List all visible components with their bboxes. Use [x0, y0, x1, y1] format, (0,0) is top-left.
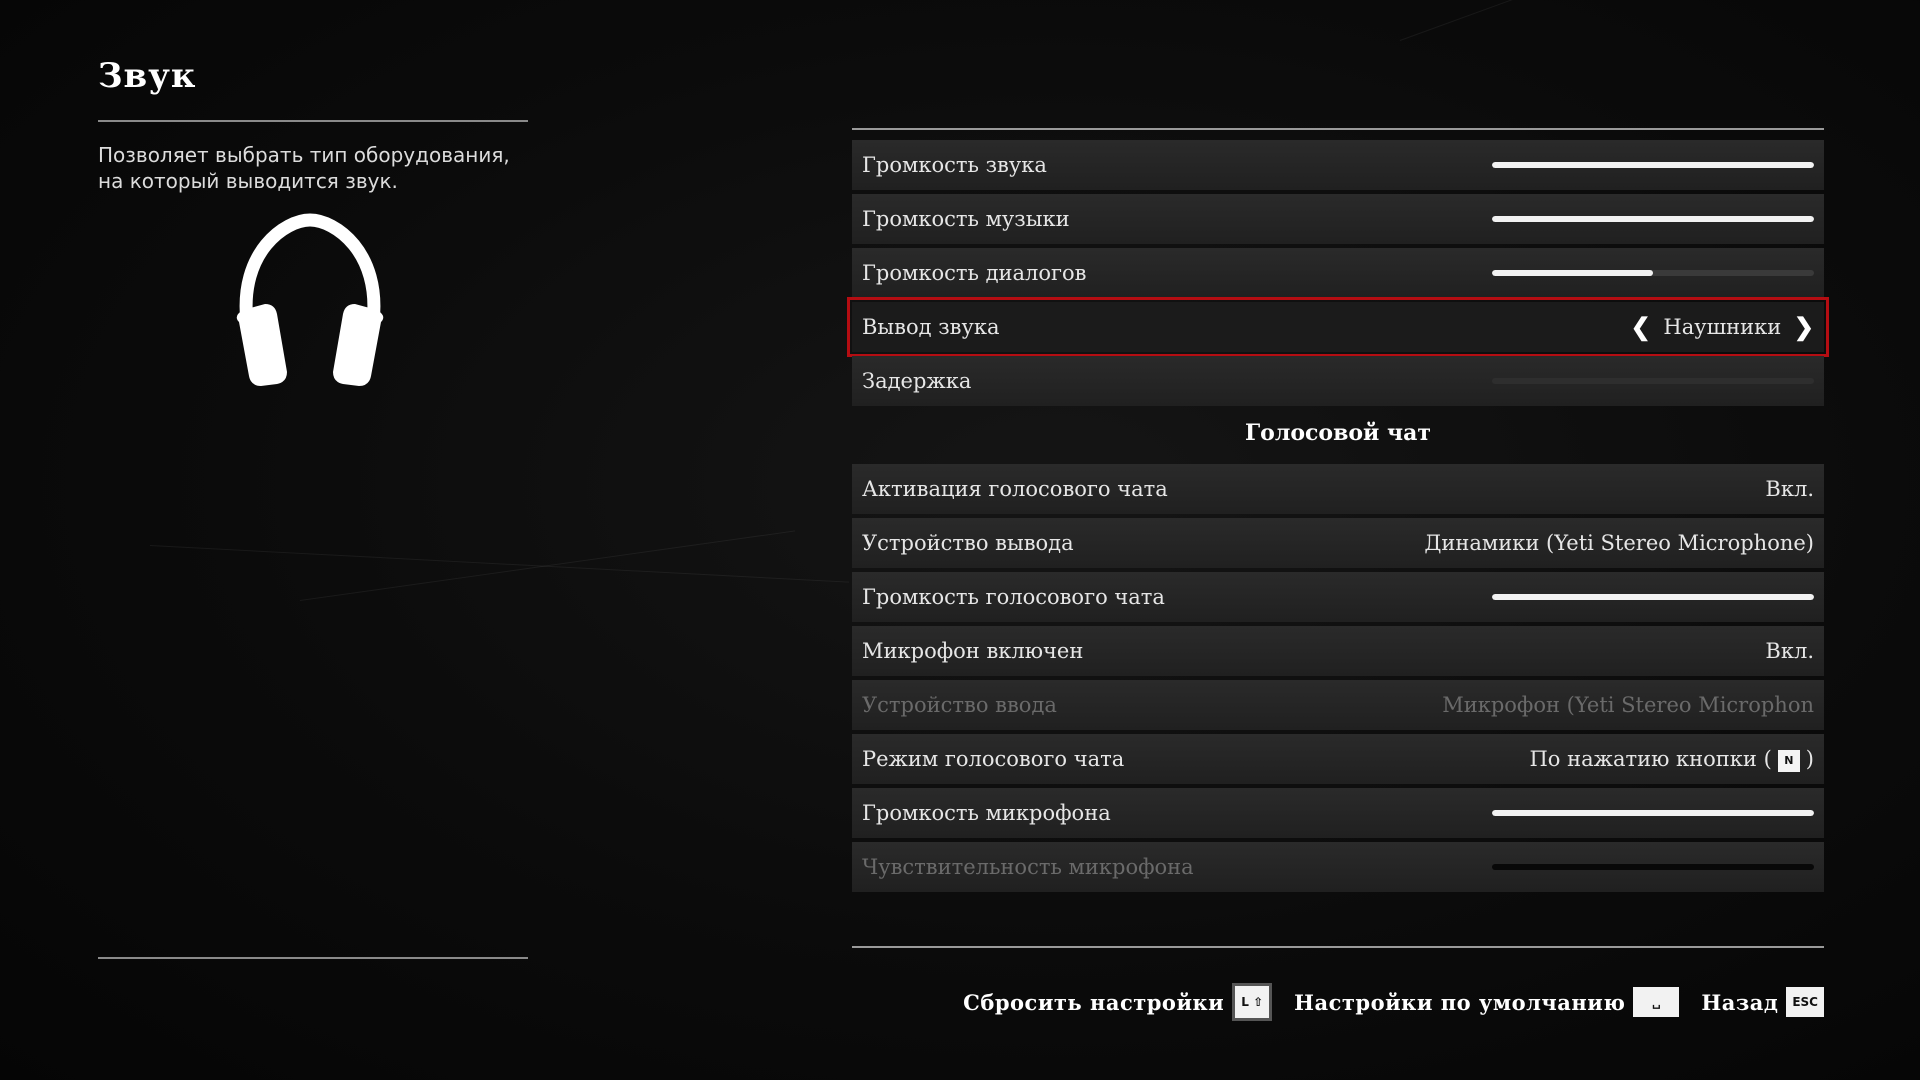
setting-description: Позволяет выбрать тип оборудования, на к…: [98, 143, 510, 193]
list-top-divider: [852, 128, 1824, 130]
list-bottom-divider: [852, 946, 1824, 948]
footer-actions: Сбросить настройки L ⇧ Настройки по умол…: [941, 983, 1824, 1021]
defaults-label: Настройки по умолчанию: [1294, 989, 1626, 1015]
setting-label: Устройство ввода: [862, 693, 1057, 717]
setting-row-dialog-volume[interactable]: Громкость диалогов: [852, 248, 1824, 298]
setting-label: Громкость музыки: [862, 207, 1070, 231]
master-volume-slider[interactable]: [1492, 162, 1814, 168]
setting-row-voice-chat-volume[interactable]: Громкость голосового чата: [852, 572, 1824, 622]
reset-settings-button[interactable]: Сбросить настройки L ⇧: [963, 983, 1273, 1021]
setting-label: Громкость звука: [862, 153, 1047, 177]
mic-volume-slider[interactable]: [1492, 810, 1814, 816]
voice-chat-volume-slider[interactable]: [1492, 594, 1814, 600]
setting-row-input-device: Устройство ввода Микрофон (Yeti Stereo M…: [852, 680, 1824, 730]
keybind-esc-icon: ESC: [1786, 987, 1824, 1017]
setting-row-audio-output[interactable]: Вывод звука ❮ Наушники ❯: [847, 297, 1829, 357]
setting-row-latency[interactable]: Задержка: [852, 356, 1824, 406]
section-header-voice-chat: Голосовой чат: [1244, 420, 1432, 446]
setting-row-music-volume[interactable]: Громкость музыки: [852, 194, 1824, 244]
setting-label: Громкость микрофона: [862, 801, 1111, 825]
audio-output-value: Наушники: [1663, 315, 1782, 339]
setting-label: Громкость голосового чата: [862, 585, 1165, 609]
setting-value: Вкл.: [1765, 477, 1814, 501]
setting-label: Громкость диалогов: [862, 261, 1087, 285]
setting-label: Вывод звука: [862, 315, 1000, 339]
music-volume-slider[interactable]: [1492, 216, 1814, 222]
setting-value: Динамики (Yeti Stereo Microphone): [1424, 531, 1814, 555]
setting-label: Устройство вывода: [862, 531, 1074, 555]
divider-bottom: [98, 957, 528, 959]
setting-row-mic-volume[interactable]: Громкость микрофона: [852, 788, 1824, 838]
voice-mode-suffix: ): [1805, 747, 1814, 771]
default-settings-button[interactable]: Настройки по умолчанию ␣: [1294, 987, 1680, 1017]
audio-output-selector[interactable]: ❮ Наушники ❯: [1631, 302, 1814, 352]
page-title: Звук: [98, 56, 197, 96]
headphones-icon: [236, 213, 384, 386]
setting-row-mic-sensitivity: Чувствительность микрофона: [852, 842, 1824, 892]
voice-mode-text: По нажатию кнопки (: [1529, 747, 1772, 771]
setting-row-master-volume[interactable]: Громкость звука: [852, 140, 1824, 190]
setting-value: Микрофон (Yeti Stereo Microphon: [1442, 693, 1814, 717]
latency-slider[interactable]: [1492, 378, 1814, 384]
setting-row-voice-chat-mode[interactable]: Режим голосового чата По нажатию кнопки …: [852, 734, 1824, 784]
keybind-l-shift-icon: L ⇧: [1232, 983, 1273, 1021]
mic-sensitivity-slider: [1492, 864, 1814, 870]
back-button[interactable]: Назад ESC: [1701, 987, 1824, 1017]
setting-row-mic-enabled[interactable]: Микрофон включен Вкл.: [852, 626, 1824, 676]
setting-value: По нажатию кнопки (N): [1529, 734, 1814, 784]
back-label: Назад: [1701, 989, 1779, 1015]
keybind-space-icon: ␣: [1633, 987, 1680, 1017]
divider-top: [98, 120, 528, 122]
setting-row-output-device[interactable]: Устройство вывода Динамики (Yeti Stereo …: [852, 518, 1824, 568]
reset-label: Сбросить настройки: [963, 989, 1225, 1015]
chevron-right-icon[interactable]: ❯: [1794, 302, 1814, 352]
setting-row-voice-activation[interactable]: Активация голосового чата Вкл.: [852, 464, 1824, 514]
setting-label: Режим голосового чата: [862, 747, 1125, 771]
setting-label: Активация голосового чата: [862, 477, 1168, 501]
setting-label: Микрофон включен: [862, 639, 1084, 663]
chevron-left-icon[interactable]: ❮: [1631, 302, 1651, 352]
setting-label: Задержка: [862, 369, 972, 393]
keybind-n-icon: N: [1777, 749, 1800, 772]
setting-value: Вкл.: [1765, 639, 1814, 663]
setting-label: Чувствительность микрофона: [862, 855, 1194, 879]
dialog-volume-slider[interactable]: [1492, 270, 1814, 276]
